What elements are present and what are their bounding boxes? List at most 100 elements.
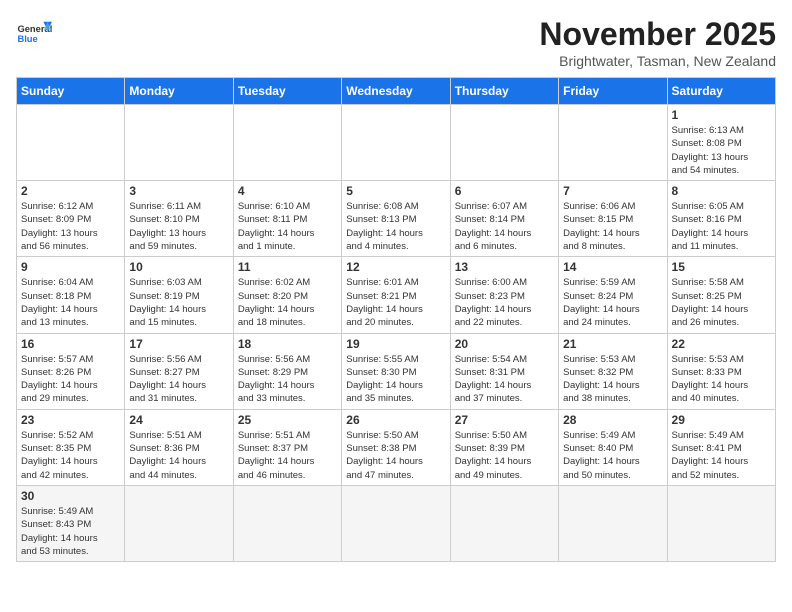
day-number: 3 — [129, 184, 228, 198]
logo: General Blue — [16, 16, 52, 52]
day-info: Sunrise: 6:04 AM Sunset: 8:18 PM Dayligh… — [21, 276, 120, 329]
day-header-wednesday: Wednesday — [342, 78, 450, 105]
day-number: 12 — [346, 260, 445, 274]
calendar-week-row: 16 Sunrise: 5:57 AM Sunset: 8:26 PM Dayli… — [17, 333, 776, 409]
calendar-day-cell — [17, 105, 125, 181]
calendar-day-cell: 23 Sunrise: 5:52 AM Sunset: 8:35 PM Dayli… — [17, 409, 125, 485]
day-number: 20 — [455, 337, 554, 351]
calendar-day-cell: 7Sunrise: 6:06 AM Sunset: 8:15 PM Daylig… — [559, 181, 667, 257]
day-number: 11 — [238, 260, 337, 274]
day-number: 27 — [455, 413, 554, 427]
day-header-saturday: Saturday — [667, 78, 775, 105]
day-info: Sunrise: 5:53 AM Sunset: 8:33 PM Dayligh… — [672, 353, 771, 406]
day-number: 9 — [21, 260, 120, 274]
calendar-day-cell — [450, 485, 558, 561]
day-info: Sunrise: 6:12 AM Sunset: 8:09 PM Dayligh… — [21, 200, 120, 253]
day-info: Sunrise: 5:58 AM Sunset: 8:25 PM Dayligh… — [672, 276, 771, 329]
calendar-day-cell: 5 Sunrise: 6:08 AM Sunset: 8:13 PM Daylig… — [342, 181, 450, 257]
calendar-week-row: 9 Sunrise: 6:04 AM Sunset: 8:18 PM Daylig… — [17, 257, 776, 333]
day-info: Sunrise: 5:51 AM Sunset: 8:36 PM Dayligh… — [129, 429, 228, 482]
calendar-week-row: 30 Sunrise: 5:49 AM Sunset: 8:43 PM Dayli… — [17, 485, 776, 561]
calendar-day-cell — [342, 485, 450, 561]
calendar-day-cell: 27Sunrise: 5:50 AM Sunset: 8:39 PM Dayli… — [450, 409, 558, 485]
location-subtitle: Brightwater, Tasman, New Zealand — [539, 53, 776, 69]
day-info: Sunrise: 6:05 AM Sunset: 8:16 PM Dayligh… — [672, 200, 771, 253]
day-info: Sunrise: 6:13 AM Sunset: 8:08 PM Dayligh… — [672, 124, 771, 177]
calendar-day-cell: 9 Sunrise: 6:04 AM Sunset: 8:18 PM Daylig… — [17, 257, 125, 333]
calendar-day-cell: 4 Sunrise: 6:10 AM Sunset: 8:11 PM Daylig… — [233, 181, 341, 257]
day-info: Sunrise: 6:02 AM Sunset: 8:20 PM Dayligh… — [238, 276, 337, 329]
calendar-day-cell: 19Sunrise: 5:55 AM Sunset: 8:30 PM Dayli… — [342, 333, 450, 409]
calendar-day-cell: 8 Sunrise: 6:05 AM Sunset: 8:16 PM Daylig… — [667, 181, 775, 257]
day-number: 23 — [21, 413, 120, 427]
day-info: Sunrise: 6:10 AM Sunset: 8:11 PM Dayligh… — [238, 200, 337, 253]
day-number: 7 — [563, 184, 662, 198]
day-number: 10 — [129, 260, 228, 274]
calendar-day-cell — [233, 485, 341, 561]
calendar-day-cell — [125, 105, 233, 181]
calendar-day-cell — [559, 485, 667, 561]
day-info: Sunrise: 5:53 AM Sunset: 8:32 PM Dayligh… — [563, 353, 662, 406]
month-title: November 2025 — [539, 16, 776, 53]
day-info: Sunrise: 6:07 AM Sunset: 8:14 PM Dayligh… — [455, 200, 554, 253]
day-info: Sunrise: 5:52 AM Sunset: 8:35 PM Dayligh… — [21, 429, 120, 482]
day-number: 28 — [563, 413, 662, 427]
day-info: Sunrise: 5:50 AM Sunset: 8:38 PM Dayligh… — [346, 429, 445, 482]
calendar-day-cell: 16 Sunrise: 5:57 AM Sunset: 8:26 PM Dayli… — [17, 333, 125, 409]
day-info: Sunrise: 5:54 AM Sunset: 8:31 PM Dayligh… — [455, 353, 554, 406]
day-info: Sunrise: 5:51 AM Sunset: 8:37 PM Dayligh… — [238, 429, 337, 482]
title-area: November 2025 Brightwater, Tasman, New Z… — [539, 16, 776, 69]
day-number: 24 — [129, 413, 228, 427]
day-number: 5 — [346, 184, 445, 198]
day-info: Sunrise: 6:00 AM Sunset: 8:23 PM Dayligh… — [455, 276, 554, 329]
day-number: 8 — [672, 184, 771, 198]
day-info: Sunrise: 5:56 AM Sunset: 8:27 PM Dayligh… — [129, 353, 228, 406]
calendar-week-row: 23 Sunrise: 5:52 AM Sunset: 8:35 PM Dayli… — [17, 409, 776, 485]
calendar-day-cell — [125, 485, 233, 561]
calendar-day-cell: 30 Sunrise: 5:49 AM Sunset: 8:43 PM Dayli… — [17, 485, 125, 561]
day-number: 13 — [455, 260, 554, 274]
day-header-friday: Friday — [559, 78, 667, 105]
calendar-day-cell: 29 Sunrise: 5:49 AM Sunset: 8:41 PM Dayli… — [667, 409, 775, 485]
calendar-day-cell: 6Sunrise: 6:07 AM Sunset: 8:14 PM Daylig… — [450, 181, 558, 257]
calendar-day-cell: 1 Sunrise: 6:13 AM Sunset: 8:08 PM Daylig… — [667, 105, 775, 181]
calendar-day-cell — [559, 105, 667, 181]
calendar-day-cell: 2 Sunrise: 6:12 AM Sunset: 8:09 PM Daylig… — [17, 181, 125, 257]
day-number: 17 — [129, 337, 228, 351]
day-info: Sunrise: 5:49 AM Sunset: 8:40 PM Dayligh… — [563, 429, 662, 482]
day-header-tuesday: Tuesday — [233, 78, 341, 105]
calendar-day-cell: 10 Sunrise: 6:03 AM Sunset: 8:19 PM Dayli… — [125, 257, 233, 333]
day-info: Sunrise: 6:08 AM Sunset: 8:13 PM Dayligh… — [346, 200, 445, 253]
day-number: 29 — [672, 413, 771, 427]
day-info: Sunrise: 5:57 AM Sunset: 8:26 PM Dayligh… — [21, 353, 120, 406]
day-number: 25 — [238, 413, 337, 427]
day-info: Sunrise: 6:03 AM Sunset: 8:19 PM Dayligh… — [129, 276, 228, 329]
header: General Blue November 2025 Brightwater, … — [16, 16, 776, 69]
calendar-day-cell: 25 Sunrise: 5:51 AM Sunset: 8:37 PM Dayli… — [233, 409, 341, 485]
day-header-monday: Monday — [125, 78, 233, 105]
calendar-week-row: 2 Sunrise: 6:12 AM Sunset: 8:09 PM Daylig… — [17, 181, 776, 257]
day-number: 4 — [238, 184, 337, 198]
calendar-day-cell — [450, 105, 558, 181]
calendar-day-cell: 26 Sunrise: 5:50 AM Sunset: 8:38 PM Dayli… — [342, 409, 450, 485]
calendar-day-cell: 13 Sunrise: 6:00 AM Sunset: 8:23 PM Dayli… — [450, 257, 558, 333]
day-info: Sunrise: 5:56 AM Sunset: 8:29 PM Dayligh… — [238, 353, 337, 406]
day-number: 1 — [672, 108, 771, 122]
day-info: Sunrise: 5:49 AM Sunset: 8:41 PM Dayligh… — [672, 429, 771, 482]
day-info: Sunrise: 5:49 AM Sunset: 8:43 PM Dayligh… — [21, 505, 120, 558]
logo-icon: General Blue — [16, 16, 52, 52]
day-number: 30 — [21, 489, 120, 503]
calendar-day-cell — [342, 105, 450, 181]
day-number: 16 — [21, 337, 120, 351]
day-info: Sunrise: 5:59 AM Sunset: 8:24 PM Dayligh… — [563, 276, 662, 329]
calendar-week-row: 1 Sunrise: 6:13 AM Sunset: 8:08 PM Daylig… — [17, 105, 776, 181]
calendar-day-cell: 22 Sunrise: 5:53 AM Sunset: 8:33 PM Dayli… — [667, 333, 775, 409]
day-number: 26 — [346, 413, 445, 427]
day-number: 22 — [672, 337, 771, 351]
calendar-day-cell: 12Sunrise: 6:01 AM Sunset: 8:21 PM Dayli… — [342, 257, 450, 333]
svg-text:Blue: Blue — [17, 34, 37, 44]
day-header-thursday: Thursday — [450, 78, 558, 105]
day-number: 2 — [21, 184, 120, 198]
calendar-table: SundayMondayTuesdayWednesdayThursdayFrid… — [16, 77, 776, 562]
calendar-day-cell: 15Sunrise: 5:58 AM Sunset: 8:25 PM Dayli… — [667, 257, 775, 333]
